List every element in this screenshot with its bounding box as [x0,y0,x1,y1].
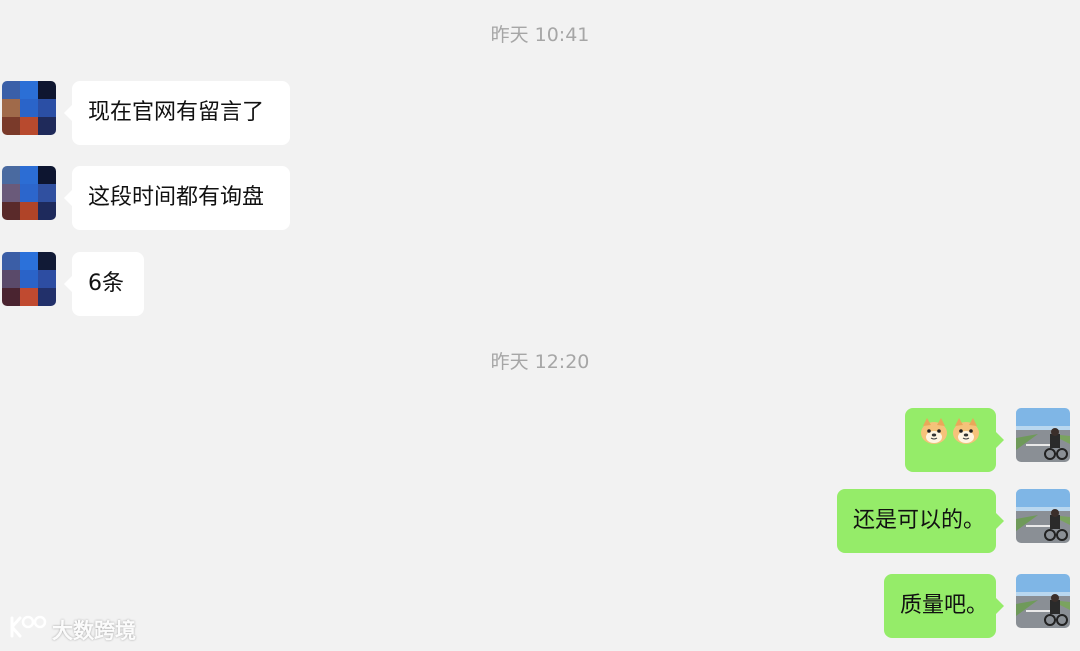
message-bubble-sent[interactable]: 还是可以的。 [837,489,1004,553]
watermark-text: 大数跨境 [52,618,136,643]
contact-avatar[interactable] [2,166,56,220]
doge-emoji-icon [919,408,949,472]
message-bubble-sent[interactable]: 质量吧。 [884,574,1004,638]
my-avatar[interactable] [1016,489,1070,543]
message-bubble-received[interactable]: 现在官网有留言了 [64,81,290,145]
message-text: 质量吧。 [900,593,989,618]
contact-avatar[interactable] [2,81,56,135]
timestamp: 昨天 10:41 [490,24,590,46]
message-bubble-received[interactable]: 6条 [64,252,144,316]
message-bubble-sent[interactable] [905,408,1004,472]
contact-avatar[interactable] [2,252,56,306]
message-bubble-received[interactable]: 这段时间都有询盘 [64,166,290,230]
message-text: 6条 [88,271,124,296]
watermark-logo-icon [8,614,48,645]
my-avatar[interactable] [1016,408,1070,462]
message-text: 还是可以的。 [853,508,986,533]
watermark: 大数跨境 [8,614,136,645]
my-avatar[interactable] [1016,574,1070,628]
message-text: 现在官网有留言了 [88,100,265,125]
doge-emoji-icon [951,408,981,472]
message-text: 这段时间都有询盘 [88,185,265,210]
timestamp: 昨天 12:20 [490,351,590,373]
